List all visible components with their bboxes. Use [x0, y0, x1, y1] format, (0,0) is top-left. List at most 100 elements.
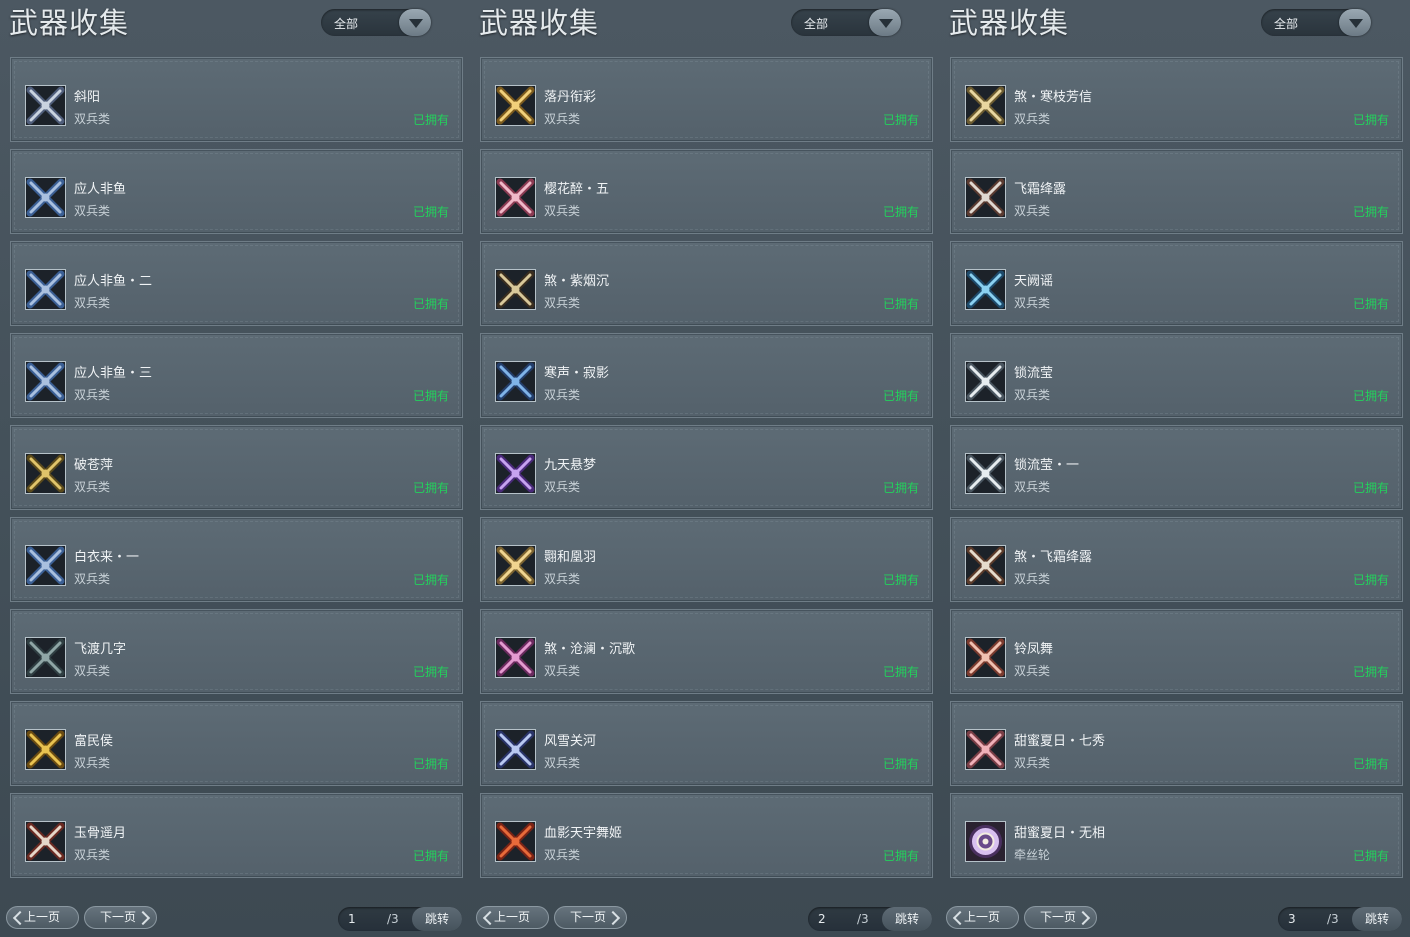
weapon-card[interactable]: 翾和凰羽 双兵类 已拥有 [480, 517, 933, 602]
weapon-card[interactable]: 甜蜜夏日・七秀 双兵类 已拥有 [950, 701, 1403, 786]
weapon-card[interactable]: 煞・寒枝芳信 双兵类 已拥有 [950, 57, 1403, 142]
weapon-type: 双兵类 [1014, 756, 1051, 770]
weapon-type: 牵丝轮 [1014, 848, 1051, 862]
weapon-card[interactable]: 应人非鱼 双兵类 已拥有 [10, 149, 463, 234]
chevron-down-icon[interactable] [399, 9, 431, 36]
weapon-name: 天阙谣 [1014, 274, 1054, 289]
weapon-name: 斜阳 [74, 90, 101, 105]
weapon-type: 双兵类 [74, 480, 111, 494]
weapon-card[interactable]: 风雪关河 双兵类 已拥有 [480, 701, 933, 786]
weapon-card[interactable]: 白衣来・一 双兵类 已拥有 [10, 517, 463, 602]
weapon-card[interactable]: 煞・紫烟沉 双兵类 已拥有 [480, 241, 933, 326]
collection-panel-2: 武器收集 全部 落丹衔彩 双兵类 已拥有 樱花醉・五 双兵类 已拥有 煞・紫烟沉… [470, 0, 940, 937]
weapon-card[interactable]: 富民侯 双兵类 已拥有 [10, 701, 463, 786]
weapon-card[interactable]: 寒声・寂影 双兵类 已拥有 [480, 333, 933, 418]
weapon-card[interactable]: 应人非鱼・二 双兵类 已拥有 [10, 241, 463, 326]
chevron-down-icon[interactable] [1339, 9, 1371, 36]
filter-dropdown[interactable]: 全部 [791, 9, 901, 36]
chevron-right-icon [135, 910, 151, 926]
weapon-name: 煞・紫烟沉 [544, 274, 610, 289]
weapon-icon [965, 177, 1006, 218]
owned-status: 已拥有 [882, 757, 919, 771]
owned-status: 已拥有 [412, 849, 449, 863]
weapon-card[interactable]: 玉骨遥月 双兵类 已拥有 [10, 793, 463, 878]
weapon-icon [495, 177, 536, 218]
weapon-card[interactable]: 落丹衔彩 双兵类 已拥有 [480, 57, 933, 142]
owned-status: 已拥有 [1352, 205, 1389, 219]
next-page-label: 下一页 [100, 910, 137, 924]
owned-status: 已拥有 [412, 113, 449, 127]
weapon-card[interactable]: 煞・沧澜・沉歌 双兵类 已拥有 [480, 609, 933, 694]
next-page-button[interactable]: 下一页 [84, 906, 157, 929]
prev-page-button[interactable]: 上一页 [946, 906, 1019, 929]
weapon-card[interactable]: 斜阳 双兵类 已拥有 [10, 57, 463, 142]
owned-status: 已拥有 [1352, 757, 1389, 771]
weapon-card[interactable]: 天阙谣 双兵类 已拥有 [950, 241, 1403, 326]
owned-status: 已拥有 [882, 481, 919, 495]
prev-page-button[interactable]: 上一页 [476, 906, 549, 929]
weapon-type: 双兵类 [544, 388, 581, 402]
next-page-button[interactable]: 下一页 [1024, 906, 1097, 929]
owned-status: 已拥有 [412, 481, 449, 495]
page-title: 武器收集 [479, 6, 600, 40]
weapon-name: 破苍萍 [74, 458, 114, 473]
weapon-name: 煞・飞霜绛露 [1014, 550, 1093, 565]
weapon-icon [25, 637, 66, 678]
weapon-card[interactable]: 煞・飞霜绛露 双兵类 已拥有 [950, 517, 1403, 602]
weapon-type: 双兵类 [74, 572, 111, 586]
weapon-name: 应人非鱼・三 [74, 366, 153, 381]
weapon-name: 风雪关河 [544, 734, 597, 749]
weapon-card[interactable]: 飞渡几字 双兵类 已拥有 [10, 609, 463, 694]
weapon-card[interactable]: 锁流莹 双兵类 已拥有 [950, 333, 1403, 418]
owned-status: 已拥有 [1352, 297, 1389, 311]
weapon-icon [495, 545, 536, 586]
weapon-name: 血影天宇舞姬 [544, 826, 623, 841]
owned-status: 已拥有 [412, 573, 449, 587]
weapon-card[interactable]: 飞霜绛露 双兵类 已拥有 [950, 149, 1403, 234]
filter-dropdown[interactable]: 全部 [1261, 9, 1371, 36]
weapon-type: 双兵类 [544, 572, 581, 586]
next-page-button[interactable]: 下一页 [554, 906, 627, 929]
weapon-type: 双兵类 [544, 112, 581, 126]
weapon-icon [965, 545, 1006, 586]
owned-status: 已拥有 [412, 757, 449, 771]
page-number-input[interactable] [808, 907, 856, 931]
weapon-card[interactable]: 樱花醉・五 双兵类 已拥有 [480, 149, 933, 234]
owned-status: 已拥有 [882, 389, 919, 403]
weapon-icon [965, 637, 1006, 678]
prev-page-label: 上一页 [494, 910, 531, 924]
filter-selected-label: 全部 [804, 17, 829, 31]
page-number-input[interactable] [338, 907, 386, 931]
weapon-name: 铃凤舞 [1014, 642, 1054, 657]
owned-status: 已拥有 [412, 389, 449, 403]
weapon-card[interactable]: 血影天宇舞姬 双兵类 已拥有 [480, 793, 933, 878]
jump-button[interactable]: 跳转 [1352, 907, 1402, 931]
weapon-card[interactable]: 破苍萍 双兵类 已拥有 [10, 425, 463, 510]
jump-button[interactable]: 跳转 [882, 907, 932, 931]
page-total: /3 [387, 912, 399, 926]
jump-button[interactable]: 跳转 [412, 907, 462, 931]
collection-panel-1: 武器收集 全部 斜阳 双兵类 已拥有 应人非鱼 双兵类 已拥有 应人非鱼・二 双… [0, 0, 470, 937]
weapon-name: 玉骨遥月 [74, 826, 127, 841]
weapon-icon [495, 361, 536, 402]
prev-page-button[interactable]: 上一页 [6, 906, 79, 929]
weapon-type: 双兵类 [544, 296, 581, 310]
weapon-icon [965, 361, 1006, 402]
weapon-card[interactable]: 九天悬梦 双兵类 已拥有 [480, 425, 933, 510]
page-number-input[interactable] [1278, 907, 1326, 931]
weapon-icon [495, 453, 536, 494]
filter-dropdown[interactable]: 全部 [321, 9, 431, 36]
weapon-name: 甜蜜夏日・七秀 [1014, 734, 1106, 749]
weapon-card[interactable]: 应人非鱼・三 双兵类 已拥有 [10, 333, 463, 418]
weapon-type: 双兵类 [74, 848, 111, 862]
weapon-card[interactable]: 铃凤舞 双兵类 已拥有 [950, 609, 1403, 694]
weapon-card[interactable]: 锁流莹・一 双兵类 已拥有 [950, 425, 1403, 510]
owned-status: 已拥有 [412, 205, 449, 219]
owned-status: 已拥有 [1352, 665, 1389, 679]
weapon-type: 双兵类 [74, 756, 111, 770]
chevron-down-icon[interactable] [869, 9, 901, 36]
weapon-type: 双兵类 [1014, 664, 1051, 678]
filter-selected-label: 全部 [1274, 17, 1299, 31]
owned-status: 已拥有 [882, 113, 919, 127]
weapon-card[interactable]: 甜蜜夏日・无相 牵丝轮 已拥有 [950, 793, 1403, 878]
